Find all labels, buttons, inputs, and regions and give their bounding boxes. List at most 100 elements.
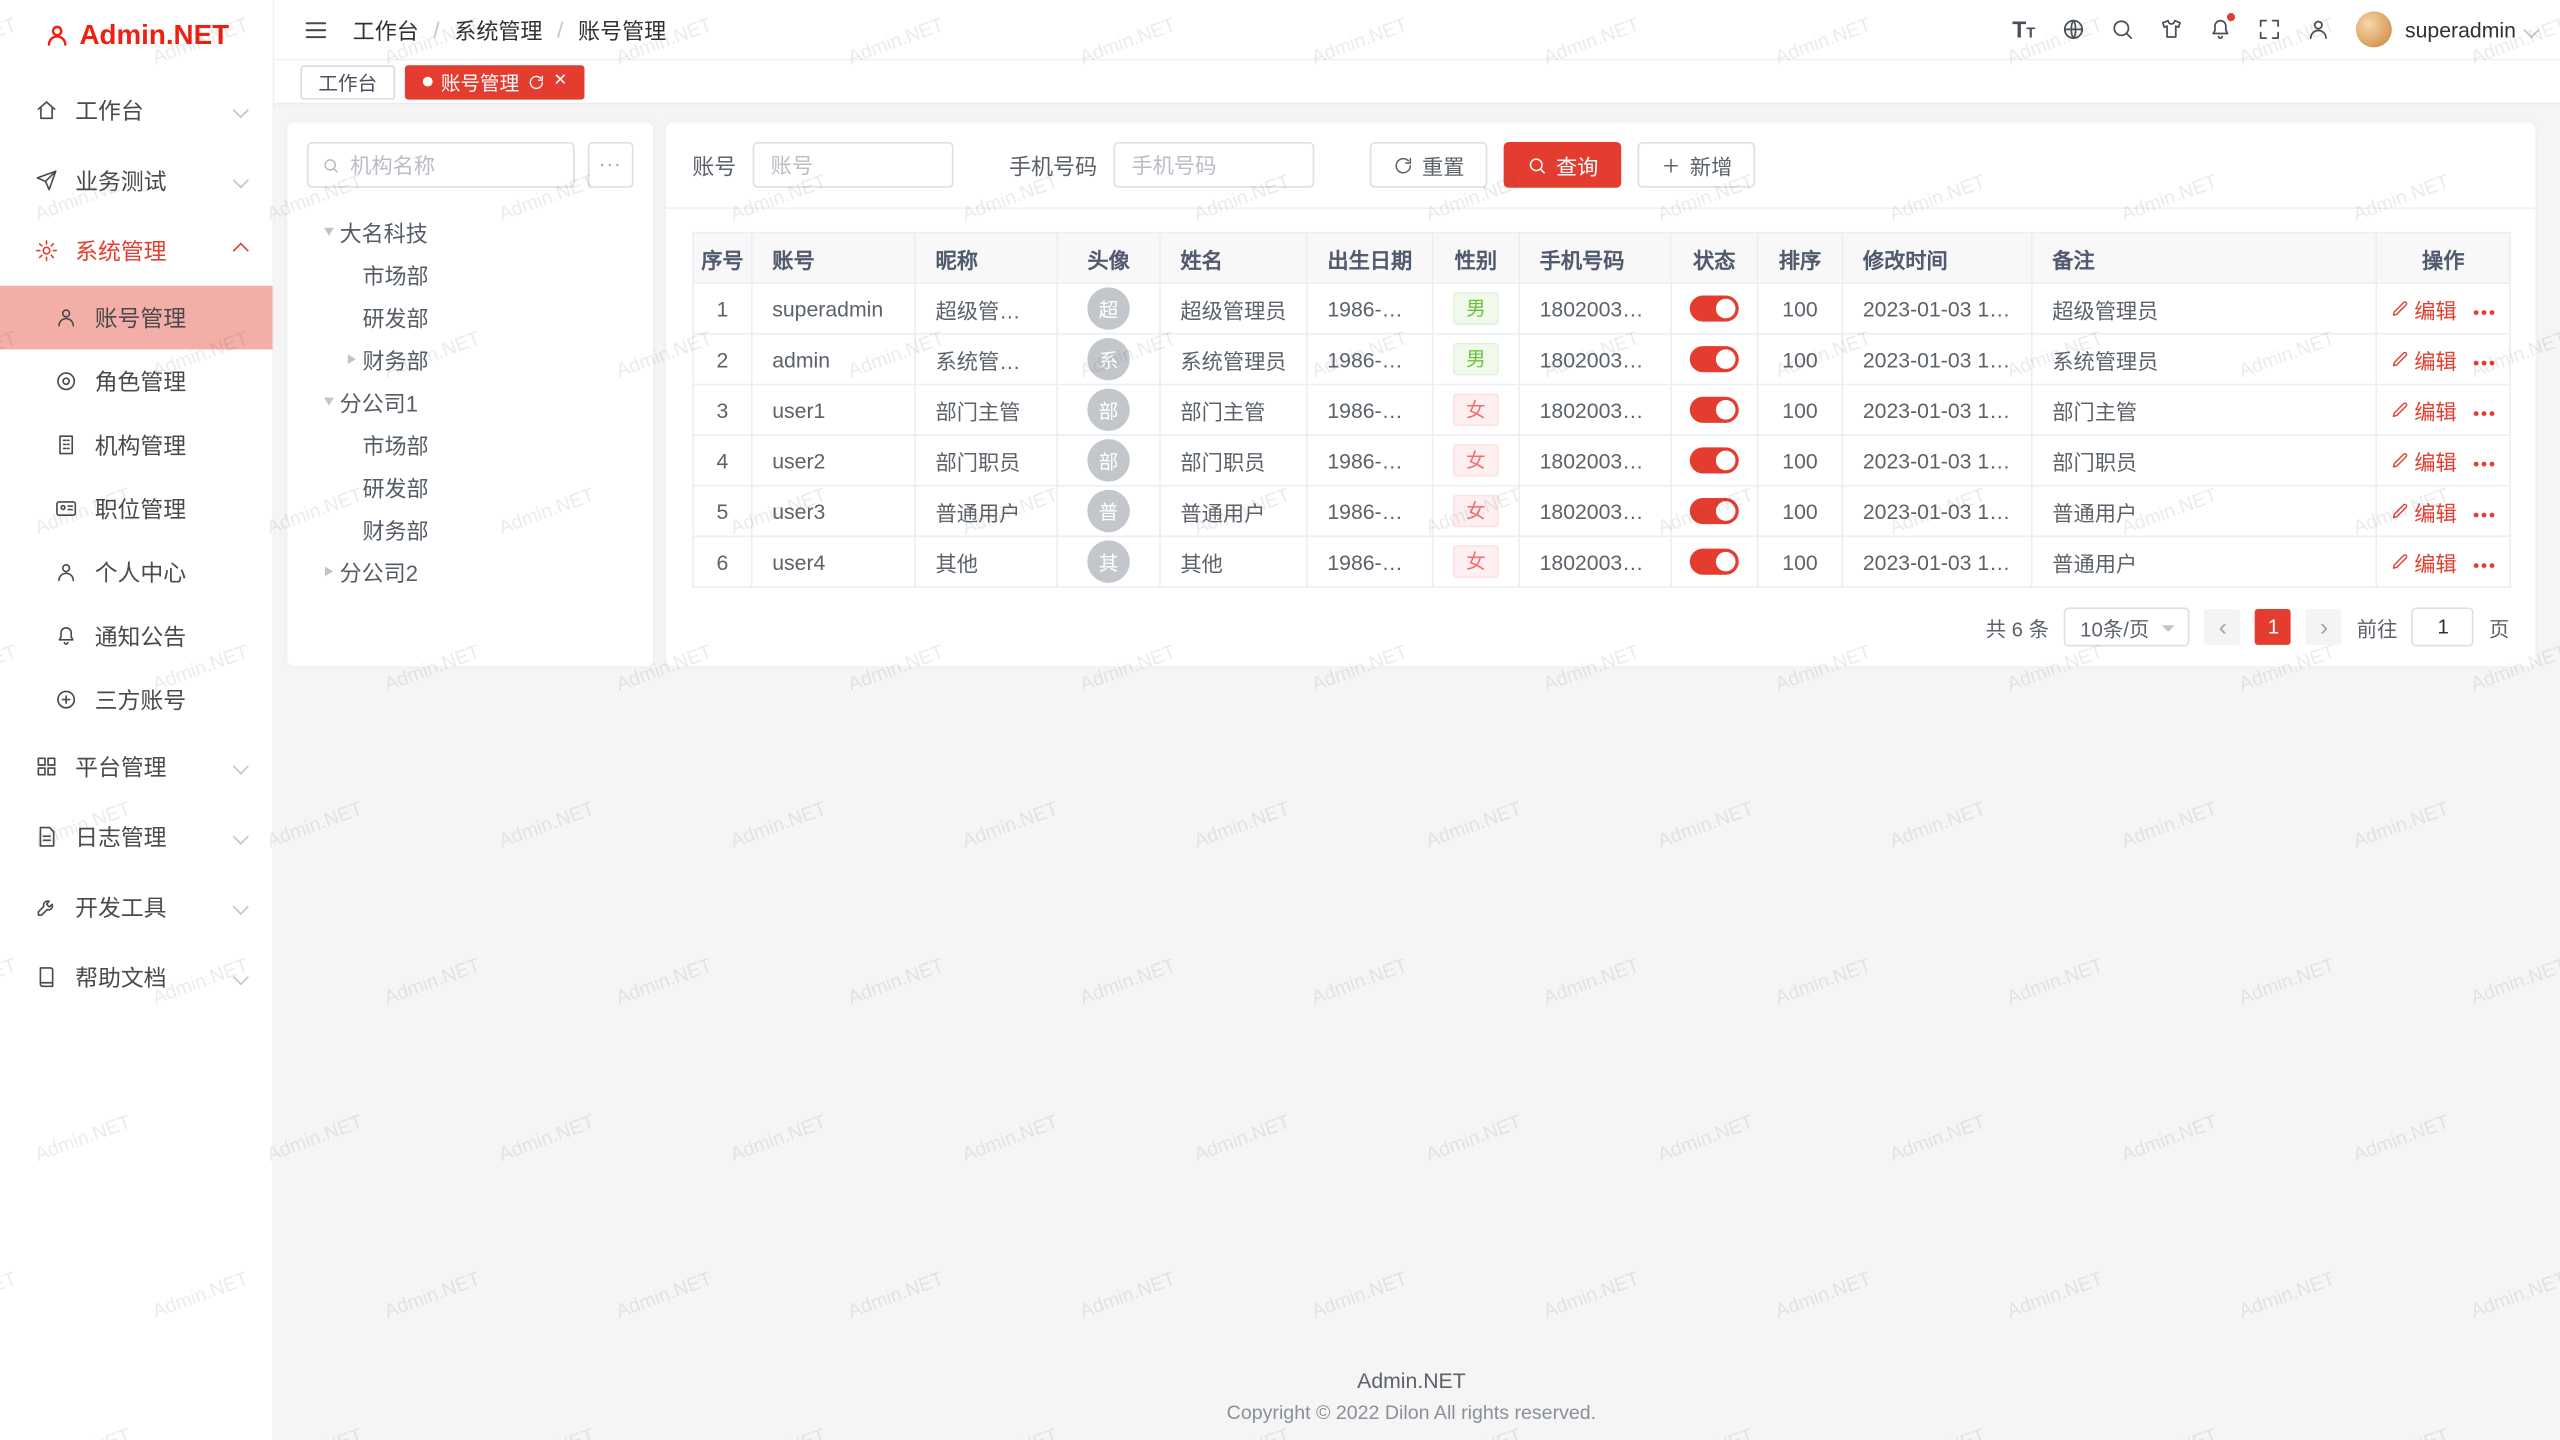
sidebar-item-dev-tools[interactable]: 开发工具 (0, 872, 273, 942)
search-button[interactable]: 查询 (1504, 142, 1622, 188)
status-toggle[interactable] (1690, 498, 1739, 524)
cell-remark: 超级管理员 (2032, 283, 2376, 334)
sidebar-item-notifications[interactable]: 通知公告 (0, 604, 273, 668)
status-toggle[interactable] (1690, 397, 1739, 423)
tree-node[interactable]: 市场部 (307, 423, 634, 465)
sidebar-item-personal-center[interactable]: 个人中心 (0, 540, 273, 604)
edit-button[interactable]: 编辑 (2390, 344, 2457, 375)
tree-node[interactable]: 大名科技 (307, 211, 634, 253)
reset-button[interactable]: 重置 (1370, 142, 1488, 188)
sidebar-item-label: 平台管理 (75, 750, 219, 783)
page-size-select[interactable]: 10条/页 (2064, 607, 2190, 646)
status-toggle[interactable] (1690, 347, 1739, 373)
more-actions-button[interactable]: ••• (2473, 354, 2497, 374)
phone-input[interactable] (1113, 142, 1314, 188)
user-icon[interactable] (2296, 7, 2340, 51)
logo[interactable]: Admin.NET (0, 0, 273, 72)
tree-node[interactable]: 分公司2 (307, 550, 634, 592)
breadcrumb-item[interactable]: 工作台 (353, 13, 419, 46)
tree-node[interactable]: 财务部 (307, 508, 634, 550)
page-number-button[interactable]: 1 (2255, 609, 2291, 645)
goto-label: 前往 (2357, 611, 2398, 642)
notification-bell-icon[interactable] (2198, 7, 2242, 51)
caret-spacer (340, 263, 363, 286)
more-actions-button[interactable]: ••• (2473, 405, 2497, 425)
tab-account-management[interactable]: 账号管理 ✕ (405, 64, 585, 98)
tree-node-label: 分公司1 (340, 385, 418, 418)
status-toggle[interactable] (1690, 549, 1739, 575)
document-icon (33, 824, 59, 850)
sidebar-item-help-docs[interactable]: 帮助文档 (0, 942, 273, 1012)
edit-button[interactable]: 编辑 (2390, 394, 2457, 425)
tree-node[interactable]: 研发部 (307, 465, 634, 507)
sidebar-item-log-management[interactable]: 日志管理 (0, 802, 273, 872)
user-icon (52, 304, 78, 330)
tree-more-button[interactable]: ··· (588, 142, 634, 188)
next-page-button[interactable]: › (2306, 609, 2342, 645)
tree-node-label: 大名科技 (340, 216, 428, 249)
search-icon (1527, 154, 1548, 175)
tree-node[interactable]: 分公司1 (307, 380, 634, 422)
sidebar-item-org-management[interactable]: 机构管理 (0, 413, 273, 477)
breadcrumb-item[interactable]: 账号管理 (578, 13, 666, 46)
caret-open-icon[interactable] (317, 220, 340, 243)
avatar[interactable] (2356, 11, 2392, 47)
cell-gender: 男 (1433, 334, 1520, 385)
status-toggle[interactable] (1690, 296, 1739, 322)
sidebar-item-business-test[interactable]: 业务测试 (0, 145, 273, 215)
search-icon[interactable] (2100, 7, 2144, 51)
sidebar-item-label: 工作台 (75, 94, 219, 127)
more-actions-button[interactable]: ••• (2473, 557, 2497, 577)
hamburger-menu-icon[interactable] (297, 11, 333, 47)
more-actions-button[interactable]: ••• (2473, 506, 2497, 526)
refresh-icon[interactable] (527, 73, 545, 91)
tab-workbench[interactable]: 工作台 (300, 64, 395, 98)
org-search-input[interactable] (350, 153, 560, 177)
account-label: 账号 (692, 149, 736, 182)
search-button-label: 查询 (1556, 149, 1598, 180)
tree-node[interactable]: 财务部 (307, 338, 634, 380)
caret-closed-icon[interactable] (317, 560, 340, 583)
sidebar-item-system-management[interactable]: 系统管理 (0, 216, 273, 286)
goto-page-input[interactable] (2412, 607, 2474, 646)
caret-spacer (340, 433, 363, 456)
status-toggle[interactable] (1690, 448, 1739, 474)
more-actions-button[interactable]: ••• (2473, 304, 2497, 324)
close-icon[interactable]: ✕ (554, 73, 568, 89)
edit-button[interactable]: 编辑 (2390, 546, 2457, 577)
cell-modified: 2023-01-03 10:59:44 (1842, 384, 2031, 435)
tree-node[interactable]: 研发部 (307, 296, 634, 338)
table-row: 3user1部门主管部部门主管1986-06-28女18020030720100… (693, 384, 2510, 435)
cell-gender: 女 (1433, 384, 1520, 435)
sidebar-item-role-management[interactable]: 角色管理 (0, 349, 273, 413)
font-size-icon[interactable]: TT (2002, 7, 2046, 51)
fullscreen-icon[interactable] (2247, 7, 2291, 51)
edit-button[interactable]: 编辑 (2390, 496, 2457, 527)
notification-badge (2227, 12, 2235, 20)
account-input[interactable] (753, 142, 954, 188)
avatar: 其 (1087, 540, 1129, 582)
breadcrumb-item[interactable]: 系统管理 (454, 13, 542, 46)
prev-page-button[interactable]: ‹ (2205, 609, 2241, 645)
caret-closed-icon[interactable] (340, 348, 363, 371)
tree-node-label: 市场部 (362, 428, 428, 461)
sidebar-item-label: 职位管理 (95, 492, 186, 525)
theme-icon[interactable] (2149, 7, 2193, 51)
tree-node[interactable]: 市场部 (307, 253, 634, 295)
globe-icon[interactable] (2051, 7, 2095, 51)
cell-status (1671, 384, 1758, 435)
more-actions-button[interactable]: ••• (2473, 456, 2497, 476)
user-menu[interactable]: superadmin (2405, 17, 2537, 41)
add-button[interactable]: 新增 (1638, 142, 1756, 188)
sidebar-item-account-management[interactable]: 账号管理 (0, 286, 273, 350)
edit-button[interactable]: 编辑 (2390, 445, 2457, 476)
sidebar-item-workbench[interactable]: 工作台 (0, 75, 273, 145)
avatar: 部 (1087, 439, 1129, 481)
sidebar-item-third-party-accounts[interactable]: 三方账号 (0, 668, 273, 732)
sidebar-item-platform-management[interactable]: 平台管理 (0, 731, 273, 801)
edit-button[interactable]: 编辑 (2390, 293, 2457, 324)
sidebar-item-position-management[interactable]: 职位管理 (0, 477, 273, 541)
caret-open-icon[interactable] (317, 390, 340, 413)
cell-actions: 编辑 ••• (2376, 283, 2510, 334)
cell-avatar: 部 (1057, 435, 1160, 486)
